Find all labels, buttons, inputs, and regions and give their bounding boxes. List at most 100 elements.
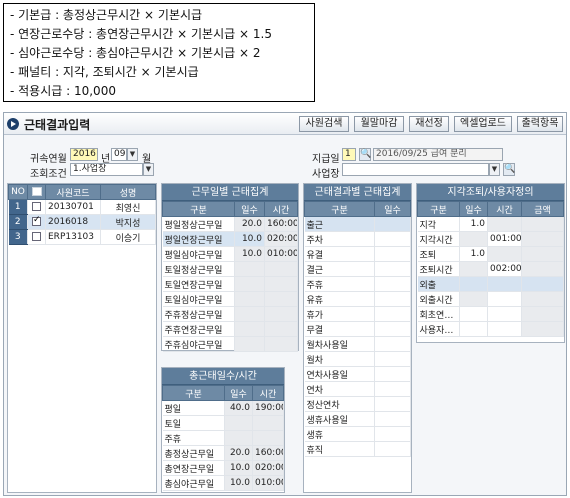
hours-cell[interactable] xyxy=(487,321,522,337)
days-cell[interactable] xyxy=(374,291,411,307)
hours-cell[interactable] xyxy=(487,276,522,292)
days-cell[interactable]: 1.0 xyxy=(459,216,488,232)
table-row[interactable]: 생휴 xyxy=(304,426,411,442)
days-cell[interactable]: 10.0 xyxy=(234,246,265,262)
month-dropdown-icon[interactable]: ▼ xyxy=(127,148,138,161)
condition-select[interactable]: 1.사업장 xyxy=(70,163,143,176)
row-checkbox[interactable] xyxy=(32,202,41,211)
days-cell[interactable] xyxy=(374,411,411,427)
month-select[interactable]: 09 xyxy=(111,148,127,161)
table-row[interactable]: 주휴 xyxy=(162,430,284,446)
print-items-button[interactable]: 출력항목 xyxy=(517,116,563,132)
reselect-button[interactable]: 재선정 xyxy=(409,116,449,132)
hours-cell[interactable] xyxy=(487,246,522,262)
hours-cell[interactable]: 020:00 xyxy=(264,231,298,247)
row-checkbox-cell[interactable] xyxy=(27,214,46,230)
days-cell[interactable] xyxy=(374,306,411,322)
table-row[interactable]: 정산연차 xyxy=(304,396,411,412)
table-row[interactable]: 휴가 xyxy=(304,306,411,322)
hours-cell[interactable] xyxy=(264,261,298,277)
hours-cell[interactable] xyxy=(487,216,522,232)
excel-upload-button[interactable]: 엑셀업로드 xyxy=(454,116,512,132)
days-cell[interactable]: 10.0 xyxy=(234,231,265,247)
row-checkbox-cell[interactable] xyxy=(27,229,46,245)
days-cell[interactable] xyxy=(374,441,411,457)
table-row[interactable]: 휴직 xyxy=(304,441,411,457)
table-row[interactable]: 월차사용일 xyxy=(304,336,411,352)
table-row[interactable]: 토일정상근무일 xyxy=(162,261,298,277)
amount-cell[interactable] xyxy=(521,216,564,232)
table-row[interactable]: 주휴 xyxy=(304,276,411,292)
hours-cell[interactable] xyxy=(487,306,522,322)
condition-dropdown-icon[interactable]: ▼ xyxy=(143,163,154,176)
hours-cell[interactable] xyxy=(487,291,522,307)
table-row[interactable]: 평일정상근무일 20.0 160:00 xyxy=(162,216,298,232)
days-cell[interactable] xyxy=(234,291,265,307)
days-cell[interactable] xyxy=(234,321,265,337)
days-cell[interactable] xyxy=(374,396,411,412)
year-input[interactable]: 2016 xyxy=(70,148,98,161)
days-cell[interactable] xyxy=(234,306,265,322)
table-row[interactable]: 총연장근무일10.0020:00 xyxy=(162,460,284,476)
row-checkbox[interactable] xyxy=(32,232,41,241)
table-row[interactable]: 유결 xyxy=(304,246,411,262)
table-row[interactable]: 사용자… xyxy=(417,321,564,337)
amount-cell[interactable] xyxy=(521,276,564,292)
amount-cell[interactable] xyxy=(521,261,564,277)
table-row[interactable]: 토일연장근무일 xyxy=(162,276,298,292)
table-row[interactable]: 월차 xyxy=(304,351,411,367)
employee-search-button[interactable]: 사원검색 xyxy=(299,116,349,132)
table-row[interactable]: 회초연… xyxy=(417,306,564,322)
amount-cell[interactable] xyxy=(521,306,564,322)
days-cell[interactable] xyxy=(374,321,411,337)
table-row[interactable]: 주휴정상근무일 xyxy=(162,306,298,322)
table-row[interactable]: 결근 xyxy=(304,261,411,277)
table-row[interactable]: 외출시간 xyxy=(417,291,564,307)
days-cell[interactable] xyxy=(459,306,488,322)
hours-cell[interactable]: 010:00 xyxy=(264,246,298,262)
hours-cell[interactable] xyxy=(264,306,298,322)
days-cell[interactable] xyxy=(459,261,488,277)
hours-cell[interactable] xyxy=(264,336,298,352)
days-cell[interactable]: 1.0 xyxy=(459,246,488,262)
table-row[interactable]: 2 2016018 박지성 xyxy=(8,214,156,230)
amount-cell[interactable] xyxy=(521,291,564,307)
amount-cell[interactable] xyxy=(521,246,564,262)
hours-cell[interactable] xyxy=(264,276,298,292)
hours-cell[interactable] xyxy=(264,321,298,337)
hours-cell[interactable] xyxy=(264,291,298,307)
col-select-header[interactable] xyxy=(27,184,46,200)
table-row[interactable]: 외출 xyxy=(417,276,564,292)
table-row[interactable]: 출근 xyxy=(304,216,411,232)
table-row[interactable]: 주차 xyxy=(304,231,411,247)
days-cell[interactable] xyxy=(234,276,265,292)
days-cell[interactable] xyxy=(374,336,411,352)
days-cell[interactable] xyxy=(374,231,411,247)
select-all-icon[interactable] xyxy=(31,187,42,196)
table-row[interactable]: 총심야근무일10.0010:00 xyxy=(162,475,284,491)
days-cell[interactable] xyxy=(234,261,265,277)
days-cell[interactable] xyxy=(374,276,411,292)
days-cell[interactable]: 20.0 xyxy=(234,216,265,232)
business-search-icon[interactable]: 🔍 xyxy=(503,163,515,176)
table-row[interactable]: 조퇴 1.0 xyxy=(417,246,564,262)
table-row[interactable]: 평일연장근무일 10.0 020:00 xyxy=(162,231,298,247)
hours-cell[interactable]: 001:00 xyxy=(487,231,522,247)
days-cell[interactable] xyxy=(459,276,488,292)
table-row[interactable]: 주휴연장근무일 xyxy=(162,321,298,337)
days-cell[interactable] xyxy=(374,261,411,277)
table-row[interactable]: 유휴 xyxy=(304,291,411,307)
pay-search-icon[interactable]: 🔍 xyxy=(359,148,371,161)
days-cell[interactable] xyxy=(374,426,411,442)
table-row[interactable]: 연차사용일 xyxy=(304,366,411,382)
days-cell[interactable] xyxy=(374,381,411,397)
days-cell[interactable] xyxy=(459,291,488,307)
table-row[interactable]: 토일심야근무일 xyxy=(162,291,298,307)
table-row[interactable]: 1 20130701 최영신 xyxy=(8,199,156,215)
amount-cell[interactable] xyxy=(521,321,564,337)
table-row[interactable]: 평일40.0190:00 xyxy=(162,400,284,416)
row-checkbox-cell[interactable] xyxy=(27,199,46,215)
days-cell[interactable] xyxy=(459,321,488,337)
table-row[interactable]: 연차 xyxy=(304,381,411,397)
table-row[interactable]: 3 ERP13103 이승기 xyxy=(8,229,156,245)
